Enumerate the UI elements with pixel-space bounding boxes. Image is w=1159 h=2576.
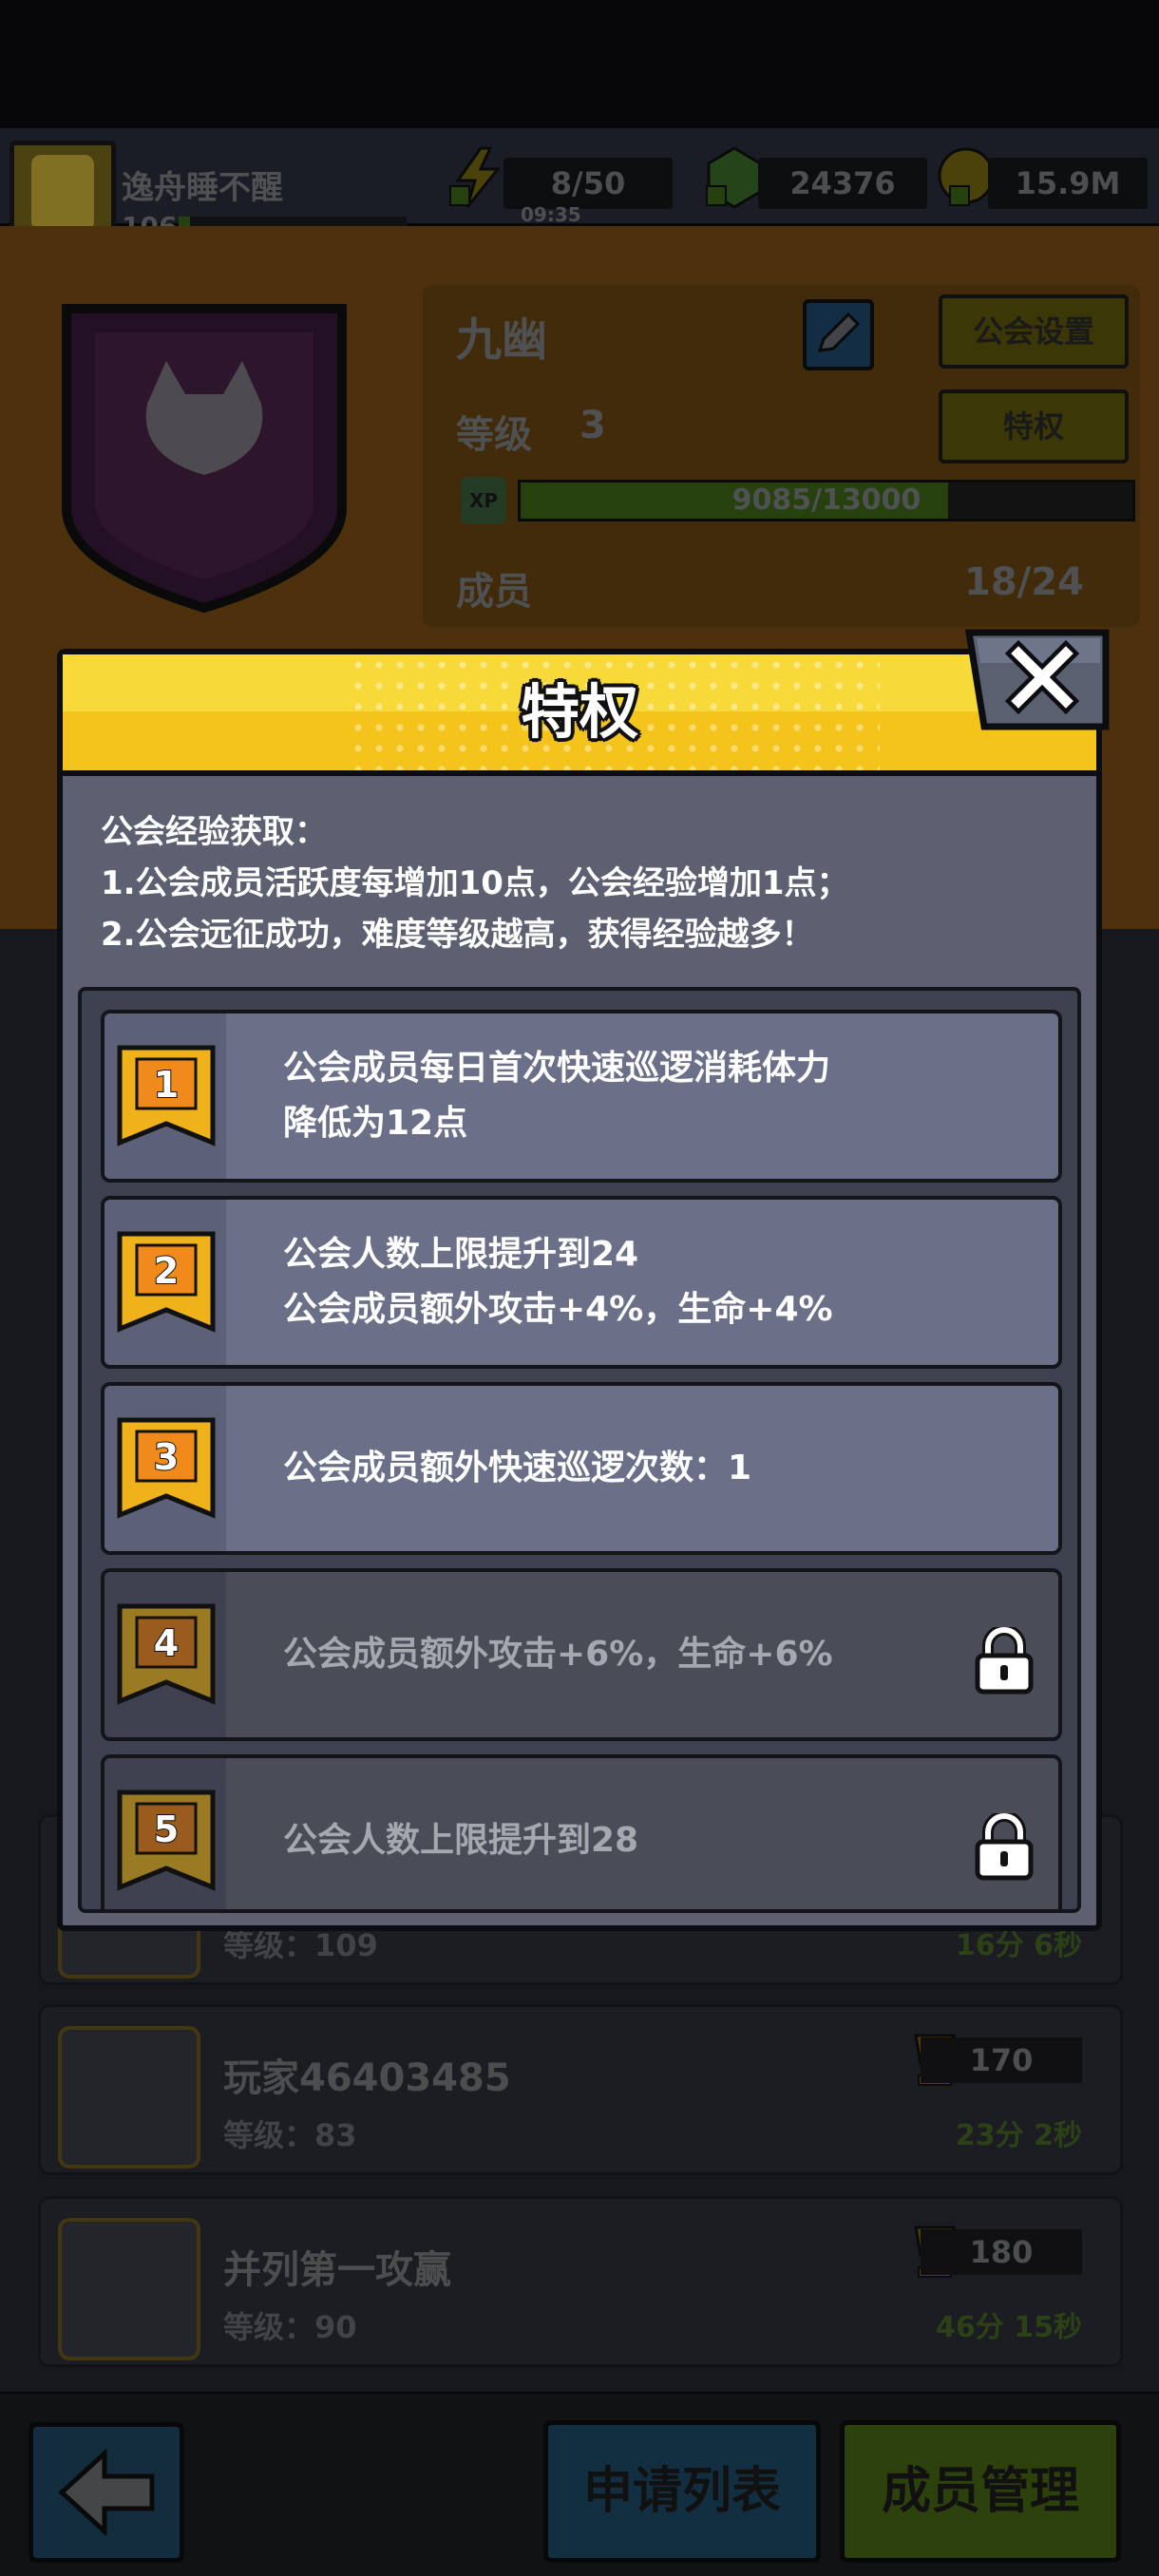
member-last-online: 23分 2秒: [955, 2119, 1082, 2152]
member-score: 180: [921, 2229, 1082, 2275]
rank-number: 1: [154, 1064, 179, 1106]
description-line: 公会经验获取：: [101, 813, 327, 851]
privilege-line: 公会成员额外攻击+4%，生命+4%: [283, 1290, 833, 1329]
close-button[interactable]: [961, 625, 1113, 734]
rank-ribbon-icon: 4: [117, 1603, 216, 1705]
guild-xp-bar: 9085/13000: [518, 480, 1135, 521]
description-line: 1.公会成员活跃度每增加10点，公会经验增加1点；: [101, 864, 849, 902]
lock-icon: [975, 1627, 1034, 1695]
member-score: 170: [921, 2037, 1082, 2083]
lock-icon: [975, 1813, 1034, 1881]
privilege-line: 公会成员额外快速巡逻次数：1: [283, 1449, 752, 1487]
arrow-left-icon: [58, 2448, 155, 2537]
privilege-row-5: 5 公会人数上限提升到28: [101, 1754, 1062, 1909]
privilege-text: 公会人数上限提升到24 公会成员额外攻击+4%，生命+4%: [283, 1200, 1005, 1365]
guild-name: 九幽: [456, 313, 548, 367]
back-button[interactable]: [28, 2422, 184, 2563]
privilege-line: 公会人数上限提升到28: [283, 1821, 639, 1860]
guild-level-value: 3: [580, 404, 606, 447]
privilege-row-2: 2 公会人数上限提升到24 公会成员额外攻击+4%，生命+4%: [101, 1196, 1062, 1369]
privilege-text: 公会成员额外快速巡逻次数：1: [283, 1386, 1005, 1551]
rank-ribbon-icon: 1: [117, 1045, 216, 1146]
guild-emblem-shield: [62, 304, 347, 613]
member-name: 玩家46403485: [223, 2056, 511, 2100]
privilege-list[interactable]: 1 公会成员每日首次快速巡逻消耗体力 降低为12点 2 公会人数上限提升到24 公会成员额…: [78, 987, 1081, 1913]
rank-number: 5: [154, 1809, 179, 1850]
rank-ribbon-icon: 2: [117, 1231, 216, 1333]
energy-timer: 09:35: [521, 203, 581, 226]
member-level: 等级：83: [223, 2117, 357, 2153]
gem-value: 24376: [758, 158, 927, 209]
energy-icon: [449, 146, 502, 208]
member-manage-button[interactable]: 成员管理: [840, 2420, 1121, 2563]
guild-members-label: 成员: [456, 570, 532, 614]
rank-ribbon-icon: 5: [117, 1790, 216, 1891]
member-name: 并列第一攻赢: [223, 2248, 451, 2292]
rank-number: 4: [154, 1622, 179, 1664]
privilege-text: 公会人数上限提升到28: [283, 1758, 1005, 1909]
privilege-row-3: 3 公会成员额外快速巡逻次数：1: [101, 1382, 1062, 1555]
rank-number: 3: [154, 1436, 179, 1478]
privilege-row-1: 1 公会成员每日首次快速巡逻消耗体力 降低为12点: [101, 1010, 1062, 1183]
xp-badge: XP: [461, 477, 506, 524]
coin-value: 15.9M: [988, 158, 1148, 209]
member-avatar: [58, 2218, 200, 2360]
description-line: 2.公会远征成功，难度等级越高，获得经验越多！: [101, 916, 814, 954]
privilege-line: 公会人数上限提升到24: [283, 1235, 639, 1274]
rank-number: 2: [154, 1250, 179, 1292]
member-row[interactable]: 玩家46403485 等级：83 170 23分 2秒: [38, 2004, 1123, 2175]
energy-value: 8/50: [504, 158, 673, 209]
privilege-text: 公会成员每日首次快速巡逻消耗体力 降低为12点: [283, 1013, 1005, 1179]
privilege-button[interactable]: 特权: [939, 389, 1129, 464]
edit-name-button[interactable]: [803, 299, 874, 370]
guild-level-label: 等级: [456, 413, 532, 457]
player-name: 逸舟睡不醒: [122, 169, 283, 207]
member-row[interactable]: 并列第一攻赢 等级：90 180 46分 15秒: [38, 2196, 1123, 2367]
member-last-online: 46分 15秒: [936, 2311, 1082, 2344]
guild-xp-text: 9085/13000: [732, 483, 922, 517]
guild-members-value: 18/24: [964, 560, 1084, 604]
pencil-icon: [817, 312, 861, 352]
xp-description: 公会经验获取： 1.公会成员活跃度每增加10点，公会经验增加1点； 2.公会远征…: [101, 806, 1070, 960]
apply-list-button[interactable]: 申请列表: [543, 2420, 821, 2563]
guild-settings-button[interactable]: 公会设置: [939, 294, 1129, 369]
dialog-title: 特权: [520, 677, 638, 747]
game-screen: 逸舟睡不醒 106 8/50 09:35 24376 15.9M 九幽 公会设置…: [0, 0, 1159, 2576]
member-avatar: [58, 2026, 200, 2169]
privilege-text: 公会成员额外攻击+6%，生命+6%: [283, 1572, 1005, 1737]
dialog-header: 特权: [63, 654, 1096, 776]
privilege-dialog: 特权 公会经验获取： 1.公会成员活跃度每增加10点，公会经验增加1点； 2.公…: [57, 649, 1102, 1931]
member-level: 等级：90: [223, 2309, 357, 2345]
rank-ribbon-icon: 3: [117, 1417, 216, 1519]
privilege-line: 公会成员额外攻击+6%，生命+6%: [283, 1635, 833, 1674]
privilege-line: 降低为12点: [283, 1104, 468, 1143]
privilege-line: 公会成员每日首次快速巡逻消耗体力: [283, 1049, 831, 1088]
privilege-row-4: 4 公会成员额外攻击+6%，生命+6%: [101, 1568, 1062, 1741]
